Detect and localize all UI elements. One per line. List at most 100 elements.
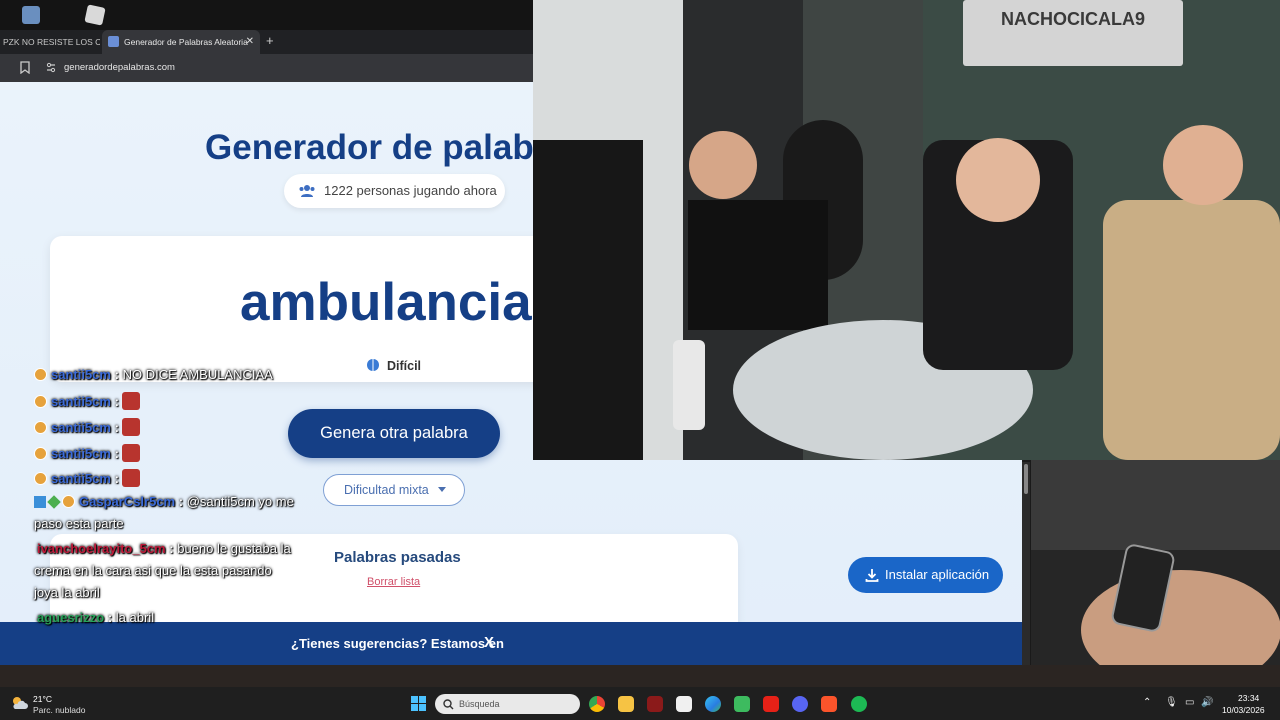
current-word: ambulancia [240, 273, 532, 332]
chat-separator: : [114, 394, 119, 409]
mail-icon[interactable] [676, 696, 692, 712]
badge-icon [47, 495, 61, 509]
chat-username: santii5cm [51, 471, 111, 486]
chat-username: santii5cm [51, 420, 111, 435]
weather-desc[interactable]: Parc. nublado [33, 705, 85, 715]
tab-pzk[interactable]: PZK NO RESISTE LOS CH [0, 30, 100, 54]
weather-temp[interactable]: 21°C [33, 694, 52, 704]
network-icon[interactable]: ▭ [1185, 697, 1194, 708]
weather-cloud-icon[interactable] [11, 695, 29, 711]
chat-message: santii5cm : [34, 444, 140, 462]
webcam-scene: NACHOCICALA9 [533, 0, 1280, 460]
chat-message-continuation: crema en la cara asi que la esta pasando [34, 563, 272, 578]
clock-time[interactable]: 23:34 [1238, 693, 1259, 703]
webcam-main: NACHOCICALA9 [533, 0, 1280, 460]
sub-badge-icon [34, 368, 47, 381]
brain-icon [367, 359, 379, 371]
sub-badge-icon [34, 472, 47, 485]
chat-message-continuation: joya la abril [34, 585, 100, 600]
chat-message: aguesrizzo : la abril [34, 610, 154, 625]
generate-word-button[interactable]: Genera otra palabra [288, 409, 500, 458]
site-settings-icon[interactable] [45, 61, 57, 74]
chat-username: aguesrizzo [37, 610, 105, 625]
edge-icon[interactable] [705, 696, 721, 712]
taskbar: 21°C Parc. nublado Búsqueda ⌃ 🎙 ▭ 🔊 23:3… [0, 687, 1280, 720]
microphone-icon[interactable]: 🎙 [1165, 697, 1178, 708]
windows-start-icon[interactable] [411, 696, 426, 711]
emote-icon [121, 444, 140, 462]
chat-text: la abril [115, 610, 155, 625]
difficulty-text: Difícil [387, 359, 422, 373]
chat-message: ivanchoelrayito_5cm : bueno le gustaba l… [34, 541, 291, 556]
roblox-icon[interactable] [84, 4, 106, 26]
url-text[interactable]: generadordepalabras.com [64, 62, 175, 73]
chat-text: NO DICE AMBULANCIAA [122, 367, 273, 382]
chat-message: santii5cm : [34, 469, 140, 487]
banner-text: NACHOCICALA9 [1001, 9, 1145, 29]
clear-list-link[interactable]: Borrar lista [367, 576, 420, 588]
file-explorer-icon[interactable] [618, 696, 634, 712]
players-count-text: 1222 personas jugando ahora [324, 183, 497, 198]
clock-date[interactable]: 10/03/2026 [1222, 705, 1265, 715]
chat-separator: : [114, 471, 119, 486]
sub-badge-icon [62, 495, 75, 508]
users-icon [299, 185, 315, 197]
address-bar[interactable]: generadordepalabras.com [0, 54, 533, 82]
install-app-label: Instalar aplicación [885, 567, 990, 582]
download-icon [865, 569, 879, 582]
new-tab-button[interactable]: + [266, 33, 274, 48]
chat-username: santii5cm [51, 446, 111, 461]
browser-chrome: PZK NO RESISTE LOS CH Generador de Palab… [0, 0, 533, 82]
suggestions-bar: ¿Tienes sugerencias? Estamos en X [0, 622, 1022, 665]
webcam-secondary [1031, 460, 1280, 665]
emote-icon [121, 469, 140, 487]
chat-message: GasparCslr5cm : @santii5cm yo me [34, 494, 294, 509]
page-title: Generador de palab [205, 128, 534, 167]
scrollbar-thumb[interactable] [1024, 464, 1028, 494]
emote-icon [121, 392, 140, 410]
recycle-bin-icon[interactable] [22, 6, 40, 24]
chrome-icon[interactable] [589, 696, 605, 712]
sub-badge-icon [34, 421, 47, 434]
difficulty-select[interactable]: Dificultad mixta [323, 474, 465, 506]
emote-icon [121, 418, 140, 436]
chevron-down-icon [438, 487, 446, 492]
past-words-title: Palabras pasadas [334, 549, 461, 566]
bookmark-icon[interactable] [19, 61, 31, 74]
taskbar-search[interactable]: Búsqueda [435, 694, 580, 714]
suggestions-text: ¿Tienes sugerencias? Estamos en [291, 636, 504, 651]
sub-badge-icon [34, 447, 47, 460]
chat-message: santii5cm : [34, 392, 140, 410]
chat-username: santii5cm [51, 394, 111, 409]
chat-separator: : [114, 446, 119, 461]
difficulty-select-value: Dificultad mixta [344, 483, 429, 497]
chat-username: santii5cm [51, 367, 111, 382]
chat-text: joya la abril [34, 585, 100, 600]
tab-title: PZK NO RESISTE LOS CH [3, 37, 100, 47]
install-app-button[interactable]: Instalar aplicación [848, 557, 1003, 593]
close-tab-icon[interactable]: ✕ [246, 30, 254, 54]
chat-separator: : [107, 610, 113, 625]
xbox-app-icon[interactable] [734, 696, 750, 712]
x-social-icon[interactable]: X [484, 634, 494, 651]
brave-icon[interactable] [821, 696, 837, 712]
chat-message: santii5cm : [34, 418, 140, 436]
players-online-badge: 1222 personas jugando ahora [284, 174, 505, 208]
volume-icon[interactable]: 🔊 [1201, 697, 1213, 708]
media-app-icon[interactable] [647, 696, 663, 712]
youtube-icon[interactable] [763, 696, 779, 712]
discord-icon[interactable] [792, 696, 808, 712]
chevron-up-icon[interactable]: ⌃ [1143, 697, 1151, 708]
chat-username: GasparCslr5cm [79, 494, 176, 509]
page-scrollbar[interactable] [1022, 462, 1030, 665]
chat-separator: : [178, 494, 184, 509]
search-icon [443, 699, 454, 710]
chat-username: ivanchoelrayito_5cm [37, 541, 166, 556]
sub-badge-icon [34, 395, 47, 408]
spotify-icon[interactable] [851, 696, 867, 712]
tab-generador[interactable]: Generador de Palabras Aleatoria ✕ [102, 30, 260, 54]
tab-favicon-icon [108, 36, 119, 47]
chat-text: crema en la cara asi que la esta pasando [34, 563, 272, 578]
webcam-secondary-scene [1031, 460, 1280, 665]
chat-separator: : [114, 420, 119, 435]
